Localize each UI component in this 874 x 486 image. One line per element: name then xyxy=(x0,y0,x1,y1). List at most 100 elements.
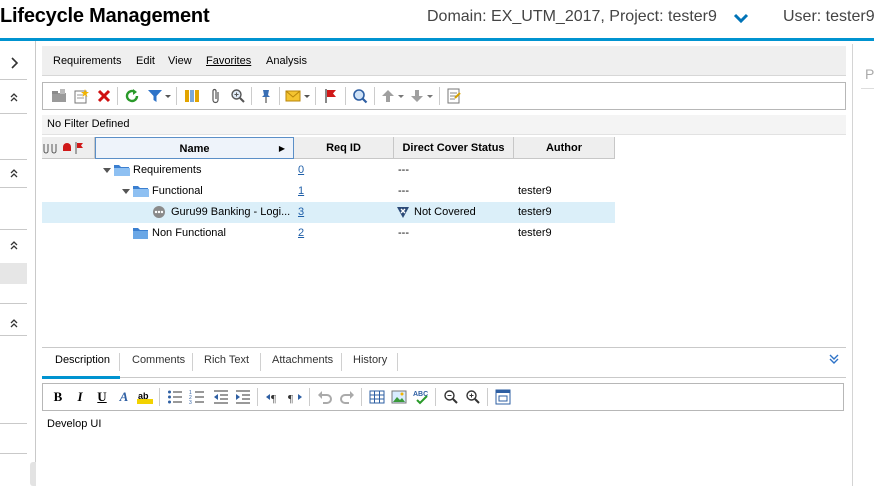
row-name: Functional xyxy=(152,185,203,197)
header-icons-cell[interactable] xyxy=(42,137,95,159)
table-row[interactable]: Non Functional 2 --- tester9 xyxy=(42,223,615,244)
cover-status: Not Covered xyxy=(414,206,476,218)
indent-icon[interactable] xyxy=(235,389,251,405)
refresh-icon[interactable] xyxy=(124,88,140,104)
table-row[interactable]: Requirements 0 --- xyxy=(42,160,615,181)
image-icon[interactable] xyxy=(391,389,407,405)
numbered-list-icon[interactable]: 123 xyxy=(189,389,205,405)
grid-header: Name ▶ Req ID Direct Cover Status Author xyxy=(42,137,615,159)
pin-icon[interactable] xyxy=(258,88,274,104)
domain-project-label[interactable]: Domain: EX_UTM_2017, Project: tester9 xyxy=(427,8,717,26)
attachment-icon[interactable] xyxy=(208,88,224,104)
author: tester9 xyxy=(518,227,552,239)
delete-icon[interactable] xyxy=(96,88,112,104)
description-content[interactable]: Develop UI xyxy=(47,418,101,430)
report-icon[interactable] xyxy=(446,88,462,104)
table-row-selected[interactable]: Guru99 Banking - Logi... 3 Not Covered t… xyxy=(42,202,615,223)
req-id-link[interactable]: 3 xyxy=(298,206,304,218)
zoom-in-icon[interactable] xyxy=(465,389,481,405)
table-row[interactable]: Functional 1 --- tester9 xyxy=(42,181,615,202)
divider xyxy=(0,113,27,114)
menu-view[interactable]: View xyxy=(168,55,192,67)
row-name: Guru99 Banking - Logi... xyxy=(171,206,291,218)
bold-icon[interactable]: B xyxy=(51,389,65,405)
table-icon[interactable] xyxy=(369,389,385,405)
collapse-up-icon[interactable] xyxy=(6,315,22,331)
sort-arrow-icon: ▶ xyxy=(278,144,285,153)
highlight-icon[interactable]: ab xyxy=(137,389,155,405)
zoom-out-icon[interactable] xyxy=(443,389,459,405)
toolbar-separator xyxy=(159,388,160,406)
toolbar-separator xyxy=(176,87,177,105)
author: tester9 xyxy=(518,185,552,197)
toolbar-separator xyxy=(315,87,316,105)
font-color-icon[interactable]: A xyxy=(117,389,131,405)
cover-status: --- xyxy=(398,164,409,176)
column-header-name-label: Name xyxy=(179,143,210,155)
collapse-arrow-icon[interactable] xyxy=(122,189,130,194)
collapse-up-icon[interactable] xyxy=(6,165,22,181)
right-side-panel: P xyxy=(852,44,874,486)
find-icon[interactable] xyxy=(352,88,368,104)
collapse-up-icon[interactable] xyxy=(6,237,22,253)
tab-attachments[interactable]: Attachments xyxy=(272,354,333,366)
author: tester9 xyxy=(518,206,552,218)
maximize-editor-icon[interactable] xyxy=(495,389,511,405)
divider xyxy=(0,335,27,336)
underline-icon[interactable]: U xyxy=(95,389,109,405)
undo-icon[interactable] xyxy=(317,389,333,405)
row-name: Requirements xyxy=(133,164,202,176)
req-id-link[interactable]: 1 xyxy=(298,185,304,197)
column-header-cover-status[interactable]: Direct Cover Status xyxy=(394,137,514,159)
menu-requirements[interactable]: Requirements xyxy=(53,55,121,67)
user-label[interactable]: User: tester9 xyxy=(783,8,874,26)
divider xyxy=(0,453,27,454)
column-header-req-id[interactable]: Req ID xyxy=(294,137,394,159)
collapse-up-icon[interactable] xyxy=(6,89,22,105)
bullet-list-icon[interactable] xyxy=(167,389,183,405)
menu-analysis[interactable]: Analysis xyxy=(266,55,307,67)
svg-text:3: 3 xyxy=(189,400,192,405)
tab-description[interactable]: Description xyxy=(55,354,110,366)
req-id-link[interactable]: 2 xyxy=(298,227,304,239)
menu-favorites[interactable]: Favorites xyxy=(206,55,251,67)
flag-icon[interactable] xyxy=(323,88,339,104)
filter-dropdown-icon[interactable] xyxy=(164,88,172,104)
collapse-arrow-icon[interactable] xyxy=(103,168,111,173)
tab-history[interactable]: History xyxy=(353,354,387,366)
column-header-author[interactable]: Author xyxy=(514,137,615,159)
move-up-icon[interactable] xyxy=(380,88,396,104)
expand-sidebar-icon[interactable] xyxy=(6,55,22,71)
tab-comments[interactable]: Comments xyxy=(132,354,185,366)
column-header-name[interactable]: Name ▶ xyxy=(95,137,294,159)
zoom-icon[interactable] xyxy=(230,88,246,104)
move-up-dropdown-icon[interactable] xyxy=(397,88,405,104)
right-panel-label[interactable]: P xyxy=(865,66,874,82)
new-requirement-icon[interactable] xyxy=(73,88,89,104)
menu-edit[interactable]: Edit xyxy=(136,55,155,67)
filter-icon[interactable] xyxy=(147,88,163,104)
tab-rich-text[interactable]: Rich Text xyxy=(204,354,249,366)
mail-dropdown-icon[interactable] xyxy=(303,88,311,104)
outdent-icon[interactable] xyxy=(213,389,229,405)
rtl-direction-icon[interactable]: ¶ xyxy=(287,389,303,405)
req-id-link[interactable]: 0 xyxy=(298,164,304,176)
move-down-dropdown-icon[interactable] xyxy=(426,88,434,104)
details-tab-bar: Description Comments Rich Text Attachmen… xyxy=(42,347,846,379)
filter-bar: No Filter Defined xyxy=(42,115,846,135)
resize-handle[interactable] xyxy=(30,462,36,486)
toolbar-separator xyxy=(374,87,375,105)
mail-icon[interactable] xyxy=(285,88,301,104)
columns-icon[interactable] xyxy=(184,88,200,104)
collapse-details-icon[interactable] xyxy=(829,354,839,364)
toolbar-separator xyxy=(435,388,436,406)
spell-check-icon[interactable]: ABC xyxy=(413,389,429,405)
chevron-down-icon[interactable] xyxy=(733,12,749,26)
ltr-direction-icon[interactable]: ¶ xyxy=(265,389,281,405)
left-collapsed-sidebar xyxy=(0,41,36,486)
italic-icon[interactable]: I xyxy=(73,389,87,405)
redo-icon[interactable] xyxy=(339,389,355,405)
move-down-icon[interactable] xyxy=(409,88,425,104)
sidebar-selected-item[interactable] xyxy=(0,263,27,284)
new-folder-icon[interactable] xyxy=(51,88,67,104)
